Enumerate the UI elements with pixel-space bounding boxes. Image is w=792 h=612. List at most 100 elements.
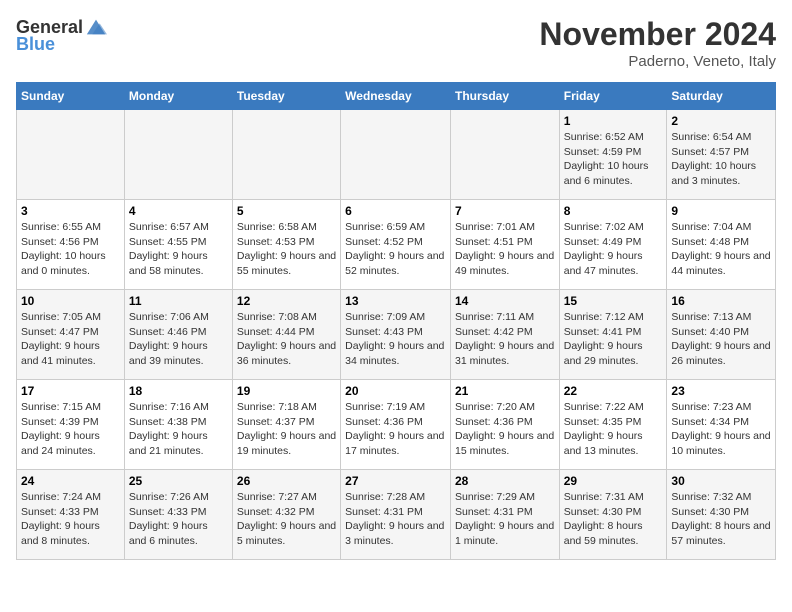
day-number: 17 bbox=[21, 384, 120, 398]
day-info: Sunrise: 7:28 AM Sunset: 4:31 PM Dayligh… bbox=[345, 490, 446, 549]
calendar-cell: 27 Sunrise: 7:28 AM Sunset: 4:31 PM Dayli… bbox=[341, 470, 451, 560]
calendar-cell: 21Sunrise: 7:20 AM Sunset: 4:36 PM Dayli… bbox=[450, 380, 559, 470]
calendar-cell: 4 Sunrise: 6:57 AM Sunset: 4:55 PM Daylig… bbox=[124, 200, 232, 290]
day-info: Sunrise: 7:02 AM Sunset: 4:49 PM Dayligh… bbox=[564, 220, 663, 279]
calendar-week-row: 17 Sunrise: 7:15 AM Sunset: 4:39 PM Dayli… bbox=[17, 380, 776, 470]
day-info: Sunrise: 6:55 AM Sunset: 4:56 PM Dayligh… bbox=[21, 220, 120, 279]
calendar-cell: 30 Sunrise: 7:32 AM Sunset: 4:30 PM Dayli… bbox=[667, 470, 776, 560]
day-info: Sunrise: 7:13 AM Sunset: 4:40 PM Dayligh… bbox=[671, 310, 771, 369]
logo-icon bbox=[85, 16, 107, 38]
day-info: Sunrise: 7:15 AM Sunset: 4:39 PM Dayligh… bbox=[21, 400, 120, 459]
logo: General Blue bbox=[16, 16, 107, 55]
day-number: 23 bbox=[671, 384, 771, 398]
day-number: 15 bbox=[564, 294, 663, 308]
day-number: 1 bbox=[564, 114, 663, 128]
calendar-cell: 16 Sunrise: 7:13 AM Sunset: 4:40 PM Dayli… bbox=[667, 290, 776, 380]
day-number: 25 bbox=[129, 474, 228, 488]
day-number: 27 bbox=[345, 474, 446, 488]
day-number: 2 bbox=[671, 114, 771, 128]
calendar-cell: 3Sunrise: 6:55 AM Sunset: 4:56 PM Daylig… bbox=[17, 200, 125, 290]
calendar-cell: 14 Sunrise: 7:11 AM Sunset: 4:42 PM Dayli… bbox=[450, 290, 559, 380]
day-info: Sunrise: 6:57 AM Sunset: 4:55 PM Dayligh… bbox=[129, 220, 228, 279]
day-number: 8 bbox=[564, 204, 663, 218]
day-info: Sunrise: 6:58 AM Sunset: 4:53 PM Dayligh… bbox=[237, 220, 336, 279]
day-info: Sunrise: 7:04 AM Sunset: 4:48 PM Dayligh… bbox=[671, 220, 771, 279]
day-info: Sunrise: 7:09 AM Sunset: 4:43 PM Dayligh… bbox=[345, 310, 446, 369]
calendar-cell: 13 Sunrise: 7:09 AM Sunset: 4:43 PM Dayli… bbox=[341, 290, 451, 380]
calendar-cell: 22 Sunrise: 7:22 AM Sunset: 4:35 PM Dayli… bbox=[559, 380, 667, 470]
column-header-tuesday: Tuesday bbox=[232, 83, 340, 110]
column-header-wednesday: Wednesday bbox=[341, 83, 451, 110]
calendar-cell: 20Sunrise: 7:19 AM Sunset: 4:36 PM Dayli… bbox=[341, 380, 451, 470]
calendar-cell: 17 Sunrise: 7:15 AM Sunset: 4:39 PM Dayli… bbox=[17, 380, 125, 470]
title-block: November 2024 Paderno, Veneto, Italy bbox=[539, 16, 776, 70]
day-info: Sunrise: 7:27 AM Sunset: 4:32 PM Dayligh… bbox=[237, 490, 336, 549]
calendar-cell bbox=[124, 110, 232, 200]
logo-blue: Blue bbox=[16, 34, 55, 55]
calendar-week-row: 3Sunrise: 6:55 AM Sunset: 4:56 PM Daylig… bbox=[17, 200, 776, 290]
day-number: 18 bbox=[129, 384, 228, 398]
day-number: 26 bbox=[237, 474, 336, 488]
day-number: 30 bbox=[671, 474, 771, 488]
calendar-cell: 5 Sunrise: 6:58 AM Sunset: 4:53 PM Daylig… bbox=[232, 200, 340, 290]
calendar-cell: 28Sunrise: 7:29 AM Sunset: 4:31 PM Dayli… bbox=[450, 470, 559, 560]
day-number: 5 bbox=[237, 204, 336, 218]
day-number: 28 bbox=[455, 474, 555, 488]
calendar-cell: 11 Sunrise: 7:06 AM Sunset: 4:46 PM Dayli… bbox=[124, 290, 232, 380]
day-info: Sunrise: 7:01 AM Sunset: 4:51 PM Dayligh… bbox=[455, 220, 555, 279]
column-header-friday: Friday bbox=[559, 83, 667, 110]
day-number: 7 bbox=[455, 204, 555, 218]
calendar-cell bbox=[341, 110, 451, 200]
calendar-cell: 1 Sunrise: 6:52 AM Sunset: 4:59 PM Daylig… bbox=[559, 110, 667, 200]
column-header-monday: Monday bbox=[124, 83, 232, 110]
column-header-saturday: Saturday bbox=[667, 83, 776, 110]
calendar-cell: 19Sunrise: 7:18 AM Sunset: 4:37 PM Dayli… bbox=[232, 380, 340, 470]
day-number: 22 bbox=[564, 384, 663, 398]
calendar-cell: 29Sunrise: 7:31 AM Sunset: 4:30 PM Dayli… bbox=[559, 470, 667, 560]
day-number: 29 bbox=[564, 474, 663, 488]
day-info: Sunrise: 7:26 AM Sunset: 4:33 PM Dayligh… bbox=[129, 490, 228, 549]
calendar-cell bbox=[232, 110, 340, 200]
day-info: Sunrise: 7:11 AM Sunset: 4:42 PM Dayligh… bbox=[455, 310, 555, 369]
day-info: Sunrise: 7:32 AM Sunset: 4:30 PM Dayligh… bbox=[671, 490, 771, 549]
day-info: Sunrise: 7:16 AM Sunset: 4:38 PM Dayligh… bbox=[129, 400, 228, 459]
day-info: Sunrise: 7:06 AM Sunset: 4:46 PM Dayligh… bbox=[129, 310, 228, 369]
day-info: Sunrise: 6:59 AM Sunset: 4:52 PM Dayligh… bbox=[345, 220, 446, 279]
day-number: 9 bbox=[671, 204, 771, 218]
calendar-cell: 24 Sunrise: 7:24 AM Sunset: 4:33 PM Dayli… bbox=[17, 470, 125, 560]
calendar-cell: 9 Sunrise: 7:04 AM Sunset: 4:48 PM Daylig… bbox=[667, 200, 776, 290]
calendar-cell: 23Sunrise: 7:23 AM Sunset: 4:34 PM Dayli… bbox=[667, 380, 776, 470]
day-info: Sunrise: 6:54 AM Sunset: 4:57 PM Dayligh… bbox=[671, 130, 771, 189]
month-title: November 2024 bbox=[539, 16, 776, 53]
calendar-cell bbox=[17, 110, 125, 200]
calendar-cell: 8 Sunrise: 7:02 AM Sunset: 4:49 PM Daylig… bbox=[559, 200, 667, 290]
calendar-cell: 26 Sunrise: 7:27 AM Sunset: 4:32 PM Dayli… bbox=[232, 470, 340, 560]
day-info: Sunrise: 7:22 AM Sunset: 4:35 PM Dayligh… bbox=[564, 400, 663, 459]
day-info: Sunrise: 7:05 AM Sunset: 4:47 PM Dayligh… bbox=[21, 310, 120, 369]
day-info: Sunrise: 7:20 AM Sunset: 4:36 PM Dayligh… bbox=[455, 400, 555, 459]
calendar-week-row: 10 Sunrise: 7:05 AM Sunset: 4:47 PM Dayli… bbox=[17, 290, 776, 380]
day-number: 14 bbox=[455, 294, 555, 308]
day-number: 16 bbox=[671, 294, 771, 308]
day-info: Sunrise: 6:52 AM Sunset: 4:59 PM Dayligh… bbox=[564, 130, 663, 189]
day-number: 13 bbox=[345, 294, 446, 308]
column-header-thursday: Thursday bbox=[450, 83, 559, 110]
calendar-cell: 10 Sunrise: 7:05 AM Sunset: 4:47 PM Dayli… bbox=[17, 290, 125, 380]
day-number: 12 bbox=[237, 294, 336, 308]
calendar-cell: 15Sunrise: 7:12 AM Sunset: 4:41 PM Dayli… bbox=[559, 290, 667, 380]
calendar-cell: 6Sunrise: 6:59 AM Sunset: 4:52 PM Daylig… bbox=[341, 200, 451, 290]
day-info: Sunrise: 7:24 AM Sunset: 4:33 PM Dayligh… bbox=[21, 490, 120, 549]
day-number: 24 bbox=[21, 474, 120, 488]
day-number: 20 bbox=[345, 384, 446, 398]
calendar-cell bbox=[450, 110, 559, 200]
calendar-cell: 18 Sunrise: 7:16 AM Sunset: 4:38 PM Dayli… bbox=[124, 380, 232, 470]
calendar-header-row: SundayMondayTuesdayWednesdayThursdayFrid… bbox=[17, 83, 776, 110]
calendar-cell: 7 Sunrise: 7:01 AM Sunset: 4:51 PM Daylig… bbox=[450, 200, 559, 290]
day-number: 10 bbox=[21, 294, 120, 308]
day-number: 11 bbox=[129, 294, 228, 308]
calendar-cell: 2 Sunrise: 6:54 AM Sunset: 4:57 PM Daylig… bbox=[667, 110, 776, 200]
calendar-table: SundayMondayTuesdayWednesdayThursdayFrid… bbox=[16, 82, 776, 560]
day-number: 4 bbox=[129, 204, 228, 218]
day-info: Sunrise: 7:08 AM Sunset: 4:44 PM Dayligh… bbox=[237, 310, 336, 369]
day-info: Sunrise: 7:18 AM Sunset: 4:37 PM Dayligh… bbox=[237, 400, 336, 459]
